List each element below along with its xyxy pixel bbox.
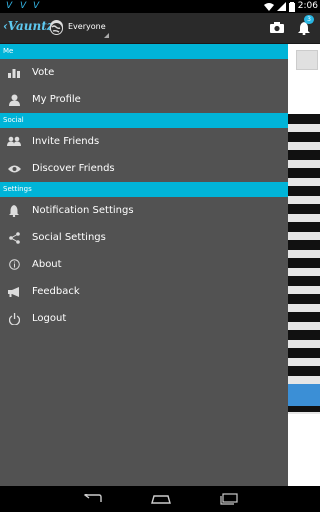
menu-item-notification-settings[interactable]: Notification Settings	[0, 197, 288, 224]
main-content-peek[interactable]	[288, 44, 320, 486]
clock: 2:06	[297, 1, 318, 11]
recent-apps-icon[interactable]	[218, 492, 240, 506]
menu-item-invite-friends[interactable]: Invite Friends	[0, 128, 288, 155]
avatar	[296, 50, 318, 70]
info-icon	[7, 258, 21, 272]
notification-icon: V	[20, 1, 27, 11]
notification-icon: V	[6, 1, 13, 11]
audience-selector[interactable]: Everyone	[68, 22, 106, 31]
battery-icon	[288, 1, 295, 12]
menu-item-label: About	[32, 259, 62, 270]
person-icon	[7, 93, 21, 107]
menu-item-about[interactable]: About	[0, 251, 288, 278]
menu-item-social-settings[interactable]: Social Settings	[0, 224, 288, 251]
menu-item-label: Notification Settings	[32, 205, 134, 216]
menu-item-discover-friends[interactable]: Discover Friends	[0, 155, 288, 182]
bar-chart-icon	[7, 66, 21, 80]
menu-item-label: Feedback	[32, 286, 80, 297]
post-photo	[288, 114, 320, 414]
menu-item-feedback[interactable]: Feedback	[0, 278, 288, 305]
menu-item-my-profile[interactable]: My Profile	[0, 86, 288, 113]
dropdown-caret-icon	[104, 33, 109, 38]
home-icon[interactable]	[150, 492, 172, 506]
section-header-me: Me	[0, 44, 288, 59]
section-header-social: Social	[0, 113, 288, 128]
menu-item-label: Discover Friends	[32, 163, 115, 174]
camera-icon[interactable]	[270, 22, 284, 33]
navigation-drawer: Me Vote My Profile Social Invite Friends…	[0, 44, 288, 486]
globe-icon	[50, 20, 63, 35]
action-strip	[288, 384, 320, 406]
wifi-icon	[263, 3, 274, 11]
share-icon	[7, 231, 21, 245]
back-icon[interactable]	[82, 492, 104, 506]
section-header-settings: Settings	[0, 182, 288, 197]
app-logo[interactable]: ‹Vauntz	[3, 19, 54, 33]
power-icon	[7, 312, 21, 326]
menu-item-label: My Profile	[32, 94, 81, 105]
eye-icon	[7, 162, 21, 176]
megaphone-icon	[7, 285, 21, 299]
signal-icon	[276, 2, 286, 11]
menu-item-label: Social Settings	[32, 232, 106, 243]
menu-item-label: Invite Friends	[32, 136, 100, 147]
notification-icon: V	[33, 1, 40, 11]
group-icon	[7, 135, 21, 149]
menu-item-label: Logout	[32, 313, 67, 324]
menu-item-label: Vote	[32, 67, 55, 78]
menu-item-logout[interactable]: Logout	[0, 305, 288, 332]
menu-item-vote[interactable]: Vote	[0, 59, 288, 86]
system-nav-bar	[0, 486, 320, 512]
notification-count-badge: 3	[304, 15, 314, 24]
bell-icon	[7, 204, 21, 218]
status-bar: V V V 2:06	[0, 0, 320, 13]
action-bar: ‹Vauntz Everyone 3	[0, 13, 320, 44]
